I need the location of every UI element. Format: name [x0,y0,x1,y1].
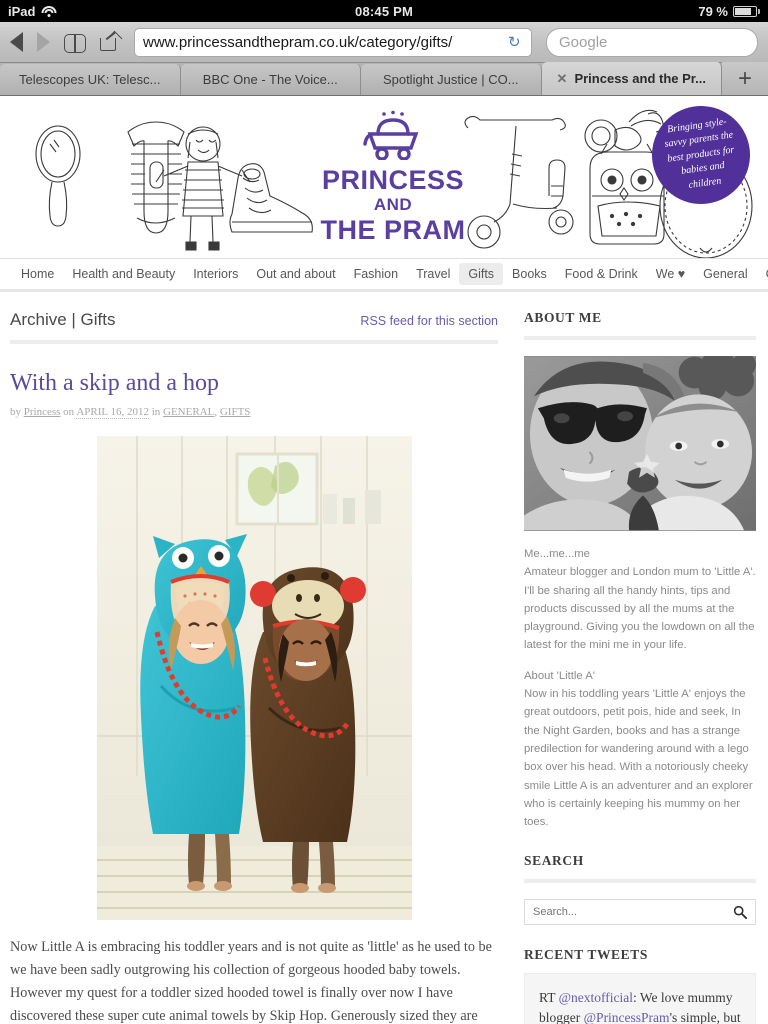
about-para2-body: Now in his toddling years 'Little A' enj… [524,688,753,829]
about-para2-heading: About 'Little A' [524,669,595,682]
share-icon [100,30,123,51]
byline-by: by [10,406,21,418]
tab-title: Princess and the Pr... [574,71,706,86]
tab-title: Telescopes UK: Telesc... [19,72,161,87]
site-navigation: Home Health and Beauty Interiors Out and… [0,259,768,292]
byline-on: on [63,406,75,418]
back-arrow-icon [10,32,23,52]
search-title: SEARCH [524,853,584,869]
address-bar[interactable]: www.princessandthepram.co.uk/category/gi… [134,27,532,57]
site-logo[interactable]: PRINCESS AND THE PRAM [318,110,468,245]
nav-item-books[interactable]: Books [503,263,556,285]
logo-line-3: THE PRAM [320,215,466,246]
sidebar: ABOUT ME Me...me...me Amateur blogger an… [510,292,768,1024]
browser-search-field[interactable]: Google [546,27,758,57]
dummy-pacifier-icon [584,109,664,153]
main-column: Archive | Gifts RSS feed for this sectio… [0,292,510,1024]
logo-line-2: AND [373,195,413,215]
browser-tab-active[interactable]: ✕ Princess and the Pr... [541,62,722,95]
divider [524,879,756,884]
scooter-icon [464,115,574,249]
divider [524,336,756,340]
nav-item-gifts[interactable]: Gifts [459,263,504,285]
tweet-mention-nextofficial[interactable]: @nextofficial [559,990,633,1005]
byline-category-general[interactable]: GENERAL [163,406,214,418]
archive-title: Archive | Gifts [10,310,116,329]
back-button[interactable] [10,32,23,52]
divider [10,340,498,344]
bookmarks-button[interactable] [64,33,86,53]
page-content: Archive | Gifts RSS feed for this sectio… [0,292,768,1024]
search-icon[interactable] [733,905,747,920]
nav-item-fashion[interactable]: Fashion [345,263,407,285]
nav-item-home[interactable]: Home [12,263,63,285]
new-tab-button[interactable]: + [722,62,768,95]
book-icon [64,33,86,53]
browser-tab[interactable]: Telescopes UK: Telesc... [0,64,181,95]
forward-button[interactable] [37,32,50,52]
about-para1-heading: Me...me...me [524,548,590,560]
tweet-prefix: RT [539,990,559,1006]
byline-comma: , [214,406,218,418]
tweets-list: RT @nextofficial: We love mummy blogger … [524,973,756,1024]
about-me-photo [524,356,756,531]
byline-date: APRIL 16, 2012 [76,406,149,419]
byline-category-gifts[interactable]: GIFTS [220,406,251,418]
tweet-item: RT @nextofficial: We love mummy blogger … [539,988,741,1024]
nav-item-interiors[interactable]: Interiors [184,263,247,285]
nav-item-general[interactable]: General [694,263,756,285]
logo-line-1: PRINCESS [321,165,465,195]
share-button[interactable] [100,30,123,51]
sidebar-search-box[interactable] [524,899,756,926]
post-byline: by Princess on APRIL 16, 2012 in GENERAL… [10,406,498,419]
browser-tab[interactable]: BBC One - The Voice... [180,64,361,95]
recent-tweets-title: RECENT TWEETS [524,947,648,963]
hand-mirror-icon [35,125,81,227]
tab-title: Spotlight Justice | CO... [382,72,519,87]
nav-item-contact-me[interactable]: Contact Me [757,263,768,285]
byline-in: in [151,406,161,418]
pram-icon [363,110,419,160]
status-clock: 08:45 PM [355,3,413,19]
ios-status-bar: iPad 08:45 PM 79 % [0,0,768,22]
about-me-title: ABOUT ME [524,310,602,325]
high-top-shoe-icon [229,163,313,233]
forward-arrow-icon [37,32,50,52]
rss-feed-link[interactable]: RSS feed for this section [360,314,498,328]
archive-header: Archive | Gifts RSS feed for this sectio… [10,310,498,340]
nav-item-travel[interactable]: Travel [407,263,459,285]
baby-vest-icon [127,121,185,234]
post-body-text: Now Little A is embracing his toddler ye… [10,939,492,1024]
web-page: PRINCESS AND THE PRAM Bringing style-sav… [0,96,768,1024]
url-text: www.princessandthepram.co.uk/category/gi… [143,33,453,51]
child-owl-towel [139,534,247,884]
tab-title: BBC One - The Voice... [202,72,338,87]
browser-search-placeholder: Google [559,33,608,51]
browser-toolbar: www.princessandthepram.co.uk/category/gi… [0,22,768,63]
recent-tweets-widget: RECENT TWEETS RT @nextofficial: We love … [524,947,756,1024]
nav-item-out-and-about[interactable]: Out and about [247,263,344,285]
about-me-text: Me...me...me Amateur blogger and London … [524,545,756,831]
close-icon[interactable]: ✕ [557,71,568,87]
search-input[interactable] [533,906,733,919]
nav-item-food-and-drink[interactable]: Food & Drink [556,263,647,285]
nav-item-health-and-beauty[interactable]: Health and Beauty [63,263,184,285]
browser-tab[interactable]: Spotlight Justice | CO... [361,64,542,95]
nav-item-we-heart[interactable]: We ♥ [647,263,694,285]
tab-bar: Telescopes UK: Telesc... BBC One - The V… [0,62,768,96]
tweet-mention-princesspram[interactable]: @PrincessPram [584,1010,670,1024]
search-widget: SEARCH [524,853,756,926]
post-photo[interactable] [96,436,412,920]
reload-icon[interactable]: ↻ [508,35,523,50]
site-header: PRINCESS AND THE PRAM Bringing style-sav… [0,96,768,259]
post-title[interactable]: With a skip and a hop [10,370,498,397]
byline-author-link[interactable]: Princess [24,406,61,418]
about-para1-body: Amateur blogger and London mum to 'Littl… [524,566,756,652]
